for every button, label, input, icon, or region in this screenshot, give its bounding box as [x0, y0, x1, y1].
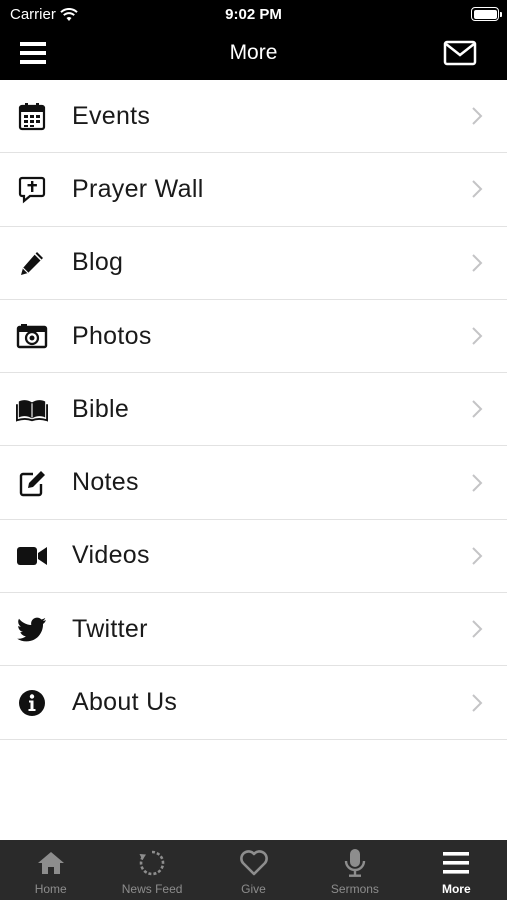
tab-label: More: [441, 882, 471, 896]
chevron-right-icon: [472, 473, 483, 492]
menu-item-about-us[interactable]: About Us: [0, 666, 507, 740]
nav-bar: More: [0, 30, 507, 80]
menu-item-label: Bible: [72, 394, 130, 423]
chevron-right-icon: [472, 693, 483, 712]
status-bar: Carrier 9:02 PM: [0, 0, 507, 30]
chevron-right-icon: [472, 400, 483, 419]
tab-give[interactable]: Give: [203, 840, 304, 900]
refresh-icon: [137, 848, 167, 878]
tab-label: Home: [34, 882, 67, 896]
tab-sermons[interactable]: Sermons: [304, 840, 405, 900]
book-icon: [16, 393, 48, 425]
menu-item-label: Events: [72, 101, 151, 130]
mail-button[interactable]: [443, 39, 483, 71]
menu-item-prayer-wall[interactable]: Prayer Wall: [0, 153, 507, 227]
menu-item-label: About Us: [72, 688, 178, 717]
video-camera-icon: [16, 540, 48, 572]
twitter-icon: [16, 613, 48, 645]
menu-item-twitter[interactable]: Twitter: [0, 593, 507, 667]
chevron-right-icon: [472, 620, 483, 638]
tab-news-feed[interactable]: News Feed: [101, 840, 202, 900]
prayer-bubble-icon: [16, 173, 48, 205]
pencil-icon: [16, 247, 48, 279]
menu-item-label: Prayer Wall: [72, 174, 204, 203]
tab-home[interactable]: Home: [0, 840, 101, 900]
menu-item-events[interactable]: Events: [0, 80, 507, 154]
chevron-right-icon: [472, 327, 483, 345]
info-icon: [16, 687, 48, 719]
menu-item-label: Photos: [72, 321, 152, 350]
menu-item-notes[interactable]: Notes: [0, 446, 507, 520]
tab-label: Sermons: [330, 882, 379, 896]
calendar-icon: [16, 100, 48, 132]
more-menu-list: Events Prayer Wall Blog Photos Bible Not…: [0, 80, 507, 740]
tab-bar: Home News Feed Give Sermons More: [0, 840, 507, 900]
chevron-right-icon: [472, 107, 483, 125]
tab-label: Give: [241, 882, 266, 896]
menu-item-blog[interactable]: Blog: [0, 227, 507, 300]
tab-label: News Feed: [121, 882, 183, 896]
menu-item-label: Blog: [72, 248, 124, 277]
mail-icon: [443, 40, 477, 66]
menu-item-label: Videos: [72, 541, 150, 570]
menu-item-label: Twitter: [72, 614, 148, 643]
menu-item-videos[interactable]: Videos: [0, 520, 507, 594]
page-title: More: [229, 41, 278, 64]
home-icon: [36, 848, 66, 878]
menu-item-label: Notes: [72, 468, 139, 497]
chevron-right-icon: [472, 254, 483, 272]
camera-icon: [16, 320, 48, 352]
heart-icon: [239, 848, 269, 878]
clock: 9:02 PM: [225, 6, 282, 23]
chevron-right-icon: [472, 547, 483, 565]
tab-more[interactable]: More: [406, 840, 507, 900]
menu-item-bible[interactable]: Bible: [0, 373, 507, 447]
hamburger-icon: [441, 848, 471, 878]
chevron-right-icon: [472, 180, 483, 199]
microphone-icon: [340, 848, 370, 878]
edit-note-icon: [16, 467, 48, 499]
battery-icon: [471, 7, 502, 21]
menu-item-photos[interactable]: Photos: [0, 300, 507, 374]
